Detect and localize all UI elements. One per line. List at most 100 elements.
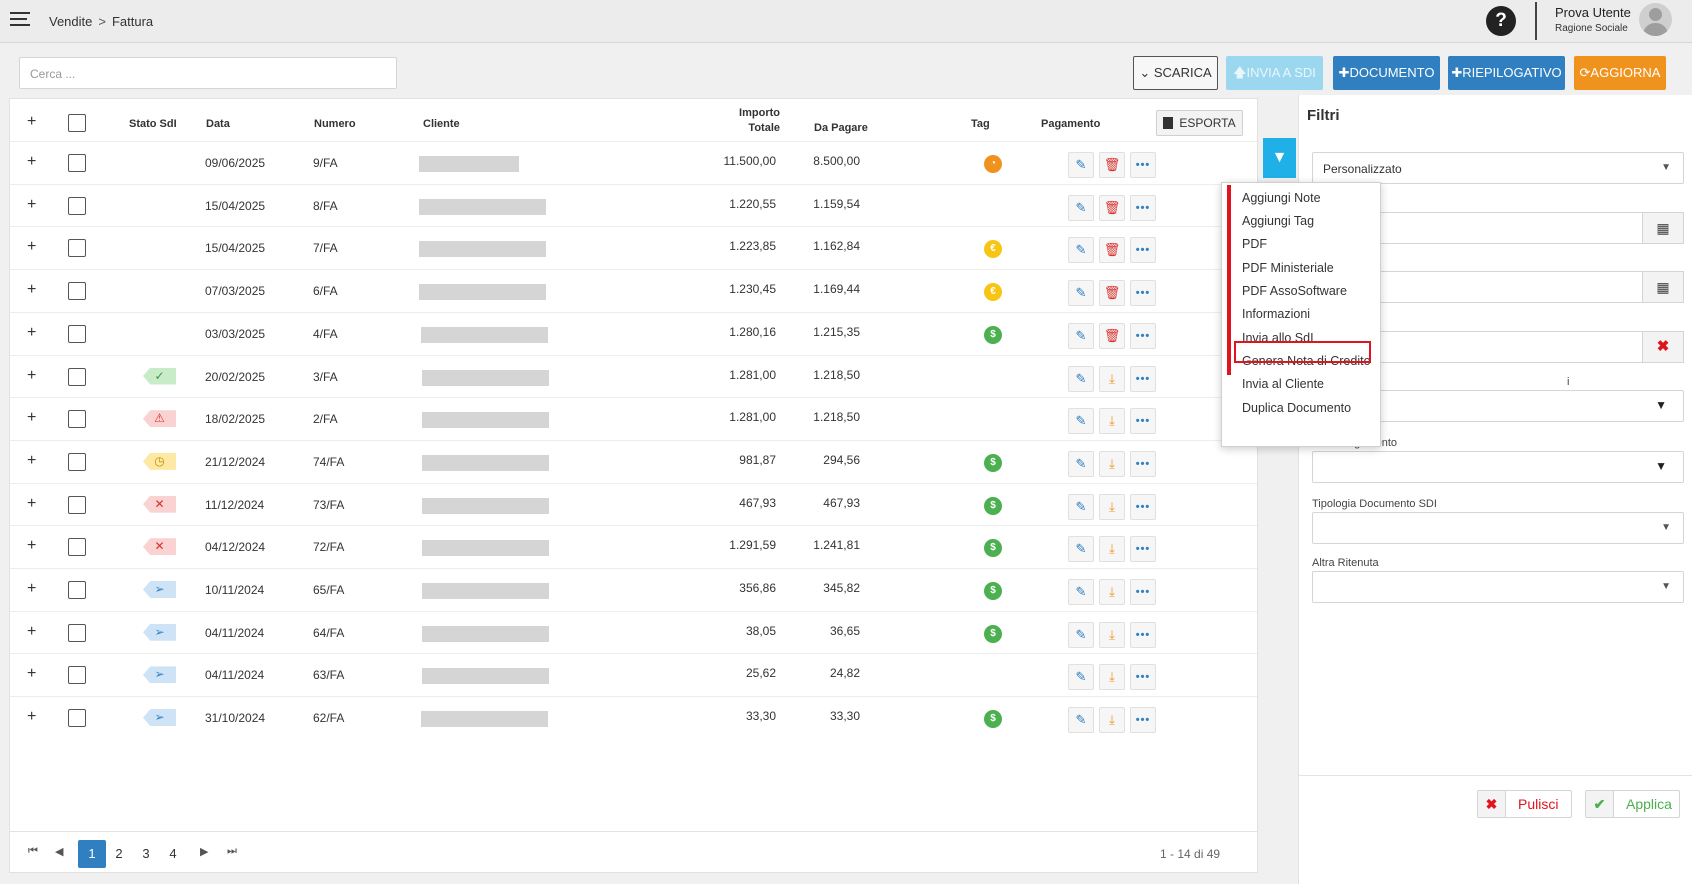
row-checkbox[interactable] <box>68 495 86 514</box>
add-riepilogativo-button[interactable]: ✚RIEPILOGATIVO <box>1448 56 1565 90</box>
table-row[interactable]: + ✓ 20/02/2025 3/FA 1.281,00 1.218,50 ✎ ⤓ ••• <box>10 354 1257 401</box>
last-page-icon[interactable]: ⏭ <box>227 845 237 858</box>
expand-row-icon[interactable]: + <box>27 238 36 256</box>
row-checkbox[interactable] <box>68 367 86 386</box>
delete-icon[interactable]: 🗑 <box>1099 194 1125 221</box>
menu-item[interactable]: PDF Ministeriale <box>1242 261 1334 275</box>
menu-item[interactable]: Duplica Documento <box>1242 401 1351 415</box>
expand-row-icon[interactable]: + <box>27 665 36 683</box>
more-actions-button[interactable]: ••• <box>1130 536 1156 563</box>
expand-row-icon[interactable]: + <box>27 580 36 598</box>
row-checkbox[interactable] <box>68 196 86 215</box>
scarica-button[interactable]: ⌄ SCARICA <box>1133 56 1218 90</box>
expand-row-icon[interactable]: + <box>27 623 36 641</box>
row-checkbox[interactable] <box>68 154 86 172</box>
next-page-icon[interactable]: ▶ <box>200 845 208 858</box>
edit-icon[interactable]: ✎ <box>1068 536 1094 563</box>
table-row[interactable]: + ➢ 10/11/2024 65/FA 356,86 345,82 $ ✎ ⤓ ••• <box>10 568 1257 614</box>
menu-item[interactable]: Aggiungi Tag <box>1242 214 1314 228</box>
edit-icon[interactable]: ✎ <box>1068 280 1094 307</box>
table-row[interactable]: +15/04/2025 8/FA 1.220,55 1.159,54 ✎ 🗑 ••• <box>10 183 1257 230</box>
row-checkbox[interactable] <box>68 282 86 301</box>
table-row[interactable]: + ➢ 04/11/2024 63/FA 25,62 24,82 ✎ ⤓ ••• <box>10 653 1257 699</box>
more-actions-button[interactable]: ••• <box>1130 280 1156 307</box>
menu-item[interactable]: Invia al Cliente <box>1242 377 1324 391</box>
row-checkbox[interactable] <box>68 452 86 471</box>
edit-icon[interactable]: ✎ <box>1068 322 1094 349</box>
row-checkbox[interactable] <box>68 581 86 599</box>
col-numero[interactable]: Numero <box>314 118 356 130</box>
breadcrumb-item-vendite[interactable]: Vendite <box>49 14 92 29</box>
col-stato-sdi[interactable]: Stato SdI <box>129 118 177 130</box>
table-row[interactable]: + ⚠ 18/02/2025 2/FA 1.281,00 1.218,50 ✎ ⤓ ••• <box>10 397 1257 443</box>
table-row[interactable]: + ➢ 31/10/2024 62/FA 33,30 33,30 $ ✎ ⤓ ••• <box>10 696 1257 742</box>
expand-row-icon[interactable]: + <box>27 409 36 427</box>
row-checkbox[interactable] <box>68 239 86 258</box>
table-row[interactable]: +07/03/2025 6/FA 1.230,45 1.169,44 € ✎ 🗑 ••• <box>10 269 1257 315</box>
page-2[interactable]: 2 <box>105 840 133 868</box>
col-da-pagare[interactable]: Da Pagare <box>814 122 868 134</box>
expand-row-icon[interactable]: + <box>27 495 36 513</box>
calendar-icon[interactable]: ▦ <box>1642 271 1684 303</box>
more-actions-button[interactable]: ••• <box>1130 365 1156 392</box>
col-tag[interactable]: Tag <box>971 118 990 130</box>
edit-icon[interactable]: ✎ <box>1068 237 1094 264</box>
delete-icon[interactable]: 🗑 <box>1099 322 1125 349</box>
download-icon[interactable]: ⤓ <box>1099 536 1125 563</box>
expand-row-icon[interactable]: + <box>27 281 36 299</box>
prev-page-icon[interactable]: ◀ <box>55 845 63 858</box>
edit-icon[interactable]: ✎ <box>1068 579 1094 605</box>
download-icon[interactable]: ⤓ <box>1099 408 1125 435</box>
more-actions-button[interactable]: ••• <box>1130 493 1156 520</box>
expand-row-icon[interactable]: + <box>27 367 36 385</box>
expand-row-icon[interactable]: + <box>27 196 36 214</box>
menu-item[interactable]: PDF AssoSoftware <box>1242 284 1347 298</box>
delete-icon[interactable]: 🗑 <box>1099 152 1125 178</box>
menu-item[interactable]: PDF <box>1242 237 1267 251</box>
avatar[interactable] <box>1639 3 1672 36</box>
menu-item[interactable]: Informazioni <box>1242 307 1310 321</box>
invia-sdi-button[interactable]: 🡅INVIA A SDI <box>1226 56 1323 90</box>
clear-icon[interactable]: ✖ <box>1642 331 1684 363</box>
select-all-checkbox[interactable] <box>68 114 86 132</box>
stato-pagamento-select[interactable]: ▼ <box>1312 451 1684 483</box>
help-icon[interactable]: ? <box>1486 6 1516 36</box>
delete-icon[interactable]: 🗑 <box>1099 280 1125 307</box>
row-checkbox[interactable] <box>68 666 86 685</box>
edit-icon[interactable]: ✎ <box>1068 707 1094 734</box>
more-actions-button[interactable]: ••• <box>1130 450 1156 477</box>
edit-icon[interactable]: ✎ <box>1068 493 1094 520</box>
expand-all-icon[interactable]: + <box>27 113 36 131</box>
tipologia-select[interactable]: ▼ <box>1312 512 1684 544</box>
page-1[interactable]: 1 <box>78 840 106 868</box>
download-icon[interactable]: ⤓ <box>1099 365 1125 392</box>
col-importo-line2[interactable]: Totale <box>710 122 780 134</box>
edit-icon[interactable]: ✎ <box>1068 365 1094 392</box>
expand-row-icon[interactable]: + <box>27 708 36 726</box>
col-pagamento[interactable]: Pagamento <box>1041 118 1100 130</box>
menu-icon[interactable] <box>10 12 30 28</box>
esporta-button[interactable]: ESPORTA <box>1156 110 1243 136</box>
table-row[interactable]: +15/04/2025 7/FA 1.223,85 1.162,84 € ✎ 🗑 ••• <box>10 226 1257 272</box>
expand-row-icon[interactable]: + <box>27 537 36 555</box>
altra-ritenuta-select[interactable]: ▼ <box>1312 571 1684 603</box>
download-icon[interactable]: ⤓ <box>1099 664 1125 691</box>
more-actions-button[interactable]: ••• <box>1130 152 1156 178</box>
expand-row-icon[interactable]: + <box>27 452 36 470</box>
more-actions-button[interactable]: ••• <box>1130 664 1156 691</box>
edit-icon[interactable]: ✎ <box>1068 450 1094 477</box>
aggiorna-button[interactable]: ⟳AGGIORNA <box>1574 56 1666 90</box>
download-icon[interactable]: ⤓ <box>1099 621 1125 648</box>
table-row[interactable]: + ◷ 21/12/2024 74/FA 981,87 294,56 $ ✎ ⤓ ••• <box>10 439 1257 486</box>
row-checkbox[interactable] <box>68 623 86 642</box>
col-cliente[interactable]: Cliente <box>423 118 460 130</box>
table-row[interactable]: + ➢ 04/11/2024 64/FA 38,05 36,65 $ ✎ ⤓ ••• <box>10 610 1257 657</box>
pulisci-button[interactable]: ✖ Pulisci <box>1477 790 1572 818</box>
table-row[interactable]: +03/03/2025 4/FA 1.280,16 1.215,35 $ ✎ 🗑 ••• <box>10 311 1257 358</box>
row-checkbox[interactable] <box>68 410 86 429</box>
expand-row-icon[interactable]: + <box>27 324 36 342</box>
download-icon[interactable]: ⤓ <box>1099 579 1125 605</box>
col-importo-line1[interactable]: Importo <box>710 107 780 119</box>
first-page-icon[interactable]: ⏮ <box>28 845 38 858</box>
edit-icon[interactable]: ✎ <box>1068 621 1094 648</box>
